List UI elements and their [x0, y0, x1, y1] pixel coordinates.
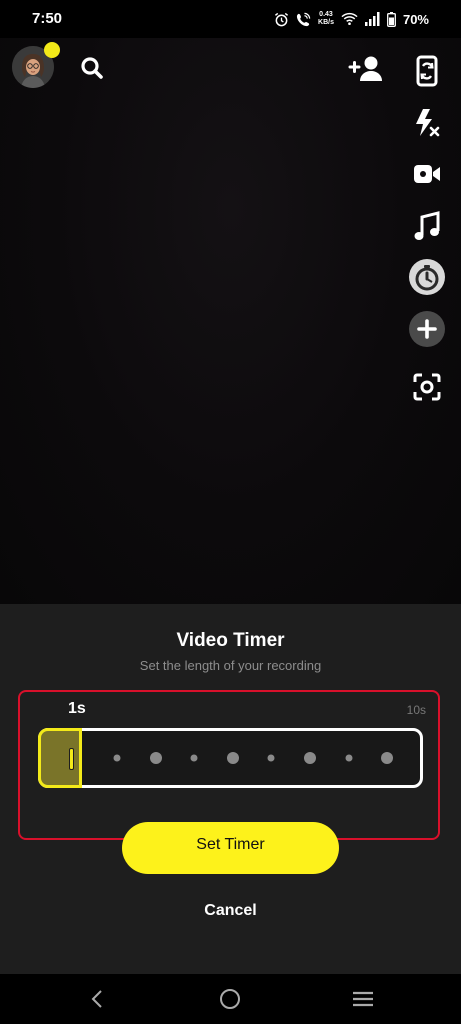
flip-camera-icon	[416, 55, 438, 87]
more-tools-button[interactable]	[408, 310, 446, 348]
plus-icon	[409, 311, 445, 347]
set-timer-button[interactable]: Set Timer	[122, 822, 339, 874]
status-time: 7:50	[32, 10, 63, 27]
wifi-call-icon	[296, 12, 311, 26]
search-button[interactable]	[78, 54, 106, 82]
camera-preview[interactable]	[0, 38, 461, 604]
recents-button[interactable]	[350, 986, 376, 1012]
scan-icon	[413, 373, 441, 401]
add-friend-button[interactable]	[348, 54, 384, 84]
max-duration-label: 10s	[406, 703, 426, 717]
back-button[interactable]	[84, 986, 110, 1012]
video-chat-icon	[414, 165, 440, 183]
alarm-icon	[274, 12, 289, 26]
cancel-button[interactable]: Cancel	[0, 902, 461, 920]
timer-slider-track[interactable]	[38, 728, 423, 788]
search-icon	[81, 57, 103, 79]
flip-camera-button[interactable]	[408, 52, 446, 90]
sheet-subtitle: Set the length of your recording	[139, 658, 322, 673]
sheet-title: Video Timer	[176, 630, 285, 651]
back-icon	[91, 990, 102, 1008]
status-icons: 0.43 KB/s 70%	[274, 9, 429, 29]
timer-slider-handle[interactable]	[38, 728, 82, 788]
status-bar: 7:50 0.43 KB/s 70%	[0, 0, 461, 38]
slider-grip	[69, 748, 74, 770]
timer-button[interactable]	[408, 258, 446, 296]
battery-icon	[387, 11, 396, 27]
slider-tick	[345, 754, 353, 762]
navigation-bar	[0, 974, 461, 1024]
slider-tick	[226, 752, 239, 764]
slider-tick	[267, 754, 275, 762]
current-duration-label: 1s	[68, 700, 86, 717]
music-note-icon	[414, 211, 440, 240]
video-timer-sheet: Video Timer Set the length of your recor…	[0, 604, 461, 974]
slider-tick	[381, 752, 394, 764]
signal-icon	[364, 12, 380, 26]
slider-tick	[149, 752, 162, 764]
scan-button[interactable]	[408, 368, 446, 406]
add-friend-icon	[348, 56, 382, 81]
wifi-icon	[341, 12, 358, 26]
menu-icon	[353, 991, 373, 1007]
slider-tick	[113, 754, 121, 762]
home-icon	[220, 989, 240, 1009]
notification-dot	[44, 42, 60, 58]
slider-tick	[304, 752, 316, 764]
slider-tick	[190, 754, 198, 762]
music-button[interactable]	[408, 208, 446, 246]
flash-button[interactable]	[408, 104, 446, 142]
battery-percent: 70%	[402, 11, 429, 27]
net-speed: 0.43 KB/s	[318, 11, 334, 26]
flash-off-icon	[416, 109, 440, 137]
timer-icon	[409, 259, 445, 295]
video-chat-button[interactable]	[408, 155, 446, 193]
home-button[interactable]	[217, 986, 243, 1012]
